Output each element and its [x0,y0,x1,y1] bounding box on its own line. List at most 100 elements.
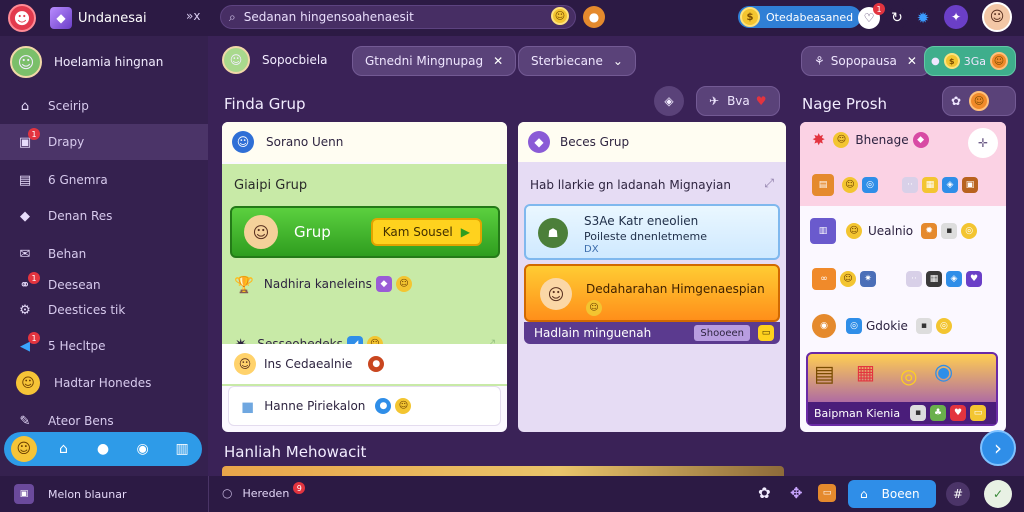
sidebar-item-settings[interactable]: ⚙ Deestices tik [0,292,208,328]
user-avatar[interactable]: ☺ [982,2,1012,32]
sidebar-item-label: Hadtar Honedes [54,376,152,390]
user-profile[interactable]: ☺ Hoelamia hingnan [10,46,163,78]
collapse-sidebar-icon[interactable]: »x [186,9,200,23]
stickers-icon[interactable]: ✿ [758,484,771,502]
gift-icon: ▦ [856,360,875,384]
card-icon[interactable]: ▭ [818,484,836,502]
profile-sticker-icon: ☺ [222,46,250,74]
badge-icon: ◉ [934,360,954,385]
shield-icon: ◈ [942,177,958,193]
cube-icon: ◆ [50,7,72,29]
filter-chip[interactable]: ⚘ Sopopausa ✕ [801,46,930,76]
ticket-icon[interactable]: ▭ [758,325,774,341]
group-cta-card[interactable]: ☺ Grup Kam Sousel ▶ [230,206,500,258]
featured-card-title: Dedaharahan Himgenaespian [586,282,765,296]
chat-bubble-icon[interactable]: ◉ [130,436,156,462]
bottom-profile[interactable]: ▣ Melon blaunar [14,484,127,504]
stars-icon: ✷ [860,271,876,287]
filter-chip[interactable]: Gtnedni Mingnupag ✕ [352,46,517,76]
bottom-status[interactable]: ○ Hereden 9 [222,482,306,500]
sidebar-item-speaker[interactable]: ◀ 1 5 Hecltpe [0,328,208,364]
show-button[interactable]: Shooeen [694,325,750,341]
featured-card[interactable]: ☺ Dedaharahan Himgenaespian ☺ [524,264,780,322]
link-icon: ⚘ [814,54,825,68]
avatar: ☺ [10,46,42,78]
sidebar-item-bubble[interactable]: ◆ Denan Res [0,198,208,234]
event-card[interactable]: ☗ S3Ae Katr eneolien Poileste dnenletmem… [524,204,780,260]
puzzle-icon[interactable]: ✥ [790,484,803,502]
dot-icon: ● [931,55,940,67]
join-button[interactable]: Kam Sousel ▶ [370,218,482,246]
promo-bar: Baipman Kienia ▪ ♣ ♥ ▭ [808,402,996,424]
ticket-icon: ▭ [970,405,987,421]
brand[interactable]: ☻ ◆ Undanesai [8,4,147,32]
add-icon[interactable]: ✛ [968,128,998,158]
list-item[interactable]: ∞ ☺ ✷ ·· ▦ ◈ ♥ [812,268,982,290]
chevron-down-icon: ⌄ [612,54,623,68]
list-item-label: Nadhira kaneleins [263,277,372,291]
emoji-icon[interactable]: ☺ [10,436,37,462]
panel-subtitle: Hab llarkie gn ladanah Mignayian [530,178,731,192]
coin-icon: ◎ [961,223,978,239]
star-icon[interactable]: ✦ [944,5,968,29]
sidebar-item-chat[interactable]: ▣ 1 Drapy [0,124,208,160]
filter-chip[interactable]: Sterbiecane ⌄ [518,46,636,76]
sidebar-item-label: Drapy [48,135,85,149]
section-title: Nage Prosh [802,95,888,113]
orb-icon: ◎ [846,318,862,334]
trophy-icon: 🏆 [234,274,254,294]
list-item[interactable]: ✸ ☺ Bhenage ◆ [812,130,929,149]
list-item-label: Ins Cedaealnie [264,357,353,371]
event-card-meta: DX [584,244,599,255]
home-icon[interactable]: ⌂ [50,436,76,462]
sidebar-item-home[interactable]: ⌂ Sceirip [0,88,208,124]
action-chip[interactable]: ✈ Bva ♥ [696,86,780,116]
list-item[interactable]: ☺ Ins Cedaealnie ● [222,344,507,384]
list-item-label: Gdokie [866,319,908,333]
primary-button[interactable]: ⌂ Boeen [848,480,936,508]
next-arrow-button[interactable]: › [980,430,1016,466]
promo-card[interactable]: ▤ ▦ ◎ ◉ Baipman Kienia ▪ ♣ ♥ ▭ [806,352,998,426]
settings-gear-icon[interactable]: ✹ [912,7,934,29]
circle-icon[interactable]: ● [90,436,116,462]
join-button-label: Kam Sousel [382,225,453,239]
panel-header: ☺ Sorano Uenn [222,122,507,162]
list-item[interactable]: ▥ ☺ Uealnio ✹ ▪ ◎ [810,218,978,244]
list-item[interactable]: 🏆 Nadhira kaneleins ◆ ☺ [222,264,507,304]
section-title: Finda Grup [224,95,306,113]
coin-icon: ◎ [935,318,952,334]
sidebar-item-smiley[interactable]: ☺ Hadtar Honedes [0,365,208,401]
coins-pill[interactable]: $ Otedabeasaned [738,6,862,28]
list-item[interactable]: ◉ ◎ Gdokie ▪ ◎ [812,314,952,338]
list-item[interactable]: ◼ Hanne Piriekalon ● ☺ [228,386,501,426]
group-cta-label: Grup [294,223,331,241]
hashtag-icon[interactable]: # [946,482,970,506]
sidebar-item-label: Ateor Bens [48,414,114,428]
sidebar-item-label: 6 Gnemra [48,173,108,187]
reward-chip[interactable]: ● $ 3Ga ☺ [924,46,1016,76]
app-title: Undanesai [78,10,147,26]
search-input[interactable] [243,10,544,24]
sync-icon[interactable]: ↻ [886,7,908,29]
shield-check-icon[interactable]: ✓ [984,480,1012,508]
orb-icon: ● [375,398,392,414]
expand-icon[interactable]: ⤢ [764,176,774,191]
flag-icon: ▪ [915,318,932,334]
dots-icon: ·· [902,177,918,193]
close-icon[interactable]: ✕ [493,54,503,68]
panel-header: ◆ Beces Grup [518,122,786,162]
heart-icon: ♥ [966,271,982,287]
reward-label: 3Ga [963,54,986,68]
list-item[interactable]: ▤ ☺ ◎ ·· ▦ ◈ ▣ [812,174,978,196]
cookie-icon[interactable]: ● [583,6,605,28]
emoji-icon[interactable]: ☺ [551,7,569,25]
gem-icon: ◆ [375,276,392,292]
gift-chip[interactable]: ✿ ☺ [942,86,1016,116]
bars-icon[interactable]: ▥ [169,436,195,462]
profile-chip[interactable]: ☺ Sopocbiela [222,46,328,74]
compass-icon[interactable]: ◈ [654,86,684,116]
sidebar-item-mail[interactable]: ▤ 6 Gnemra [0,162,208,198]
close-icon[interactable]: ✕ [907,54,917,68]
notification-icon[interactable]: ♡ 1 [858,3,885,29]
search-bar[interactable]: ⌕ ☺ [220,5,576,29]
